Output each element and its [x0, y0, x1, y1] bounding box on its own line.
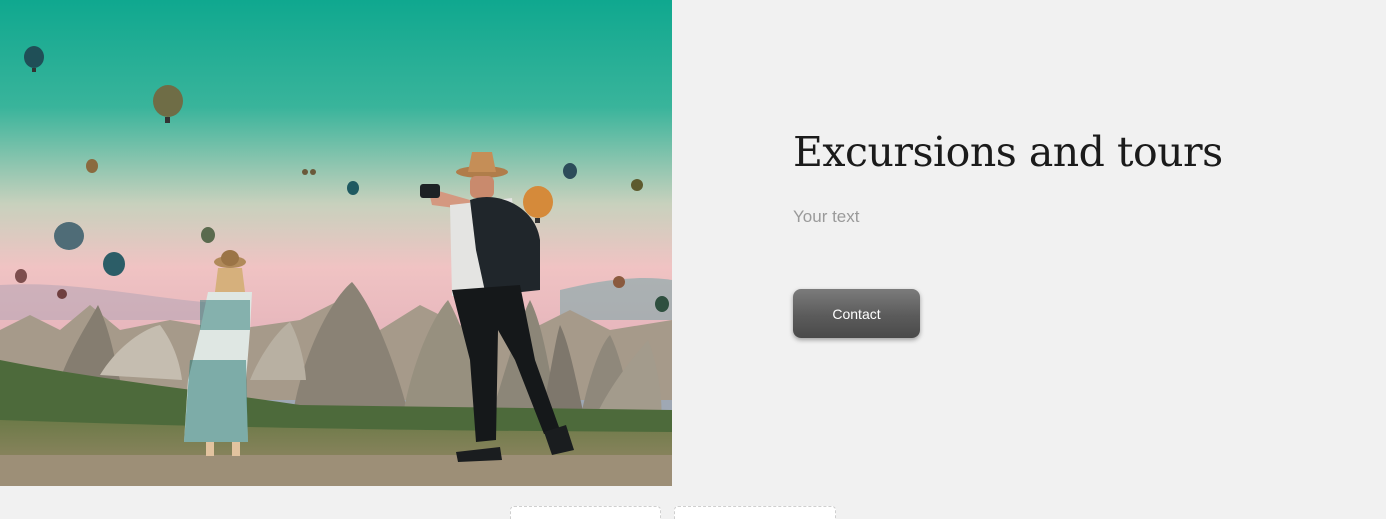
content-panel: Excursions and tours Your text Contact: [793, 128, 1353, 338]
bottom-block-tab[interactable]: [510, 506, 661, 519]
bottom-block-tab[interactable]: [674, 506, 836, 519]
subtitle-text: Your text: [793, 207, 860, 226]
contact-button[interactable]: Contact: [793, 289, 920, 338]
page-title: Excursions and tours: [793, 128, 1223, 176]
hero-image: [0, 0, 672, 486]
